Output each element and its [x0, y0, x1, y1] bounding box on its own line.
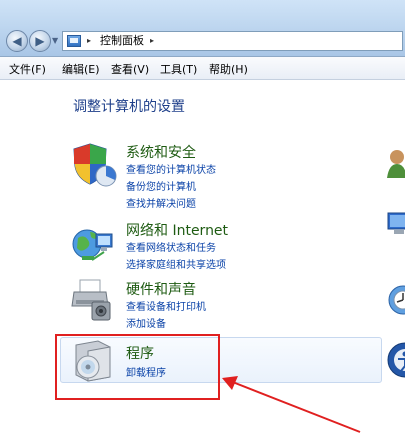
appearance-icon	[387, 212, 405, 234]
user-accounts-icon	[387, 150, 405, 178]
ease-of-access-icon	[387, 342, 405, 378]
annotation-arrow	[222, 376, 361, 433]
clock-region-icon	[388, 285, 405, 315]
